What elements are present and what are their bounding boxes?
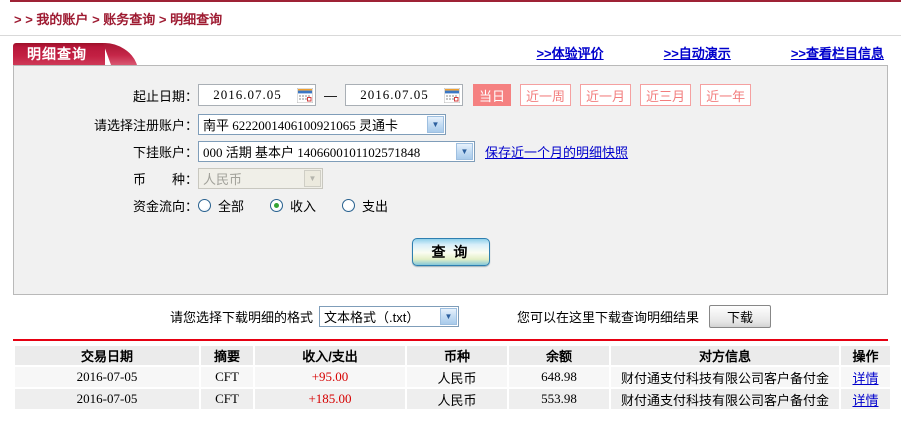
- registered-account-select[interactable]: 南平 6222001406100921065 灵通卡 ▼: [198, 113, 446, 135]
- flow-radio-expense-label: 支出: [362, 198, 389, 214]
- chevron-down-icon: ▼: [456, 142, 473, 160]
- flow-radio-all[interactable]: 全部: [198, 196, 244, 215]
- cell-amount: +95.00: [255, 367, 405, 387]
- link-view-column-info[interactable]: >>查看栏目信息: [791, 43, 884, 62]
- cell-currency: 人民币: [407, 389, 507, 409]
- breadcrumb-separator: >: [92, 12, 100, 27]
- flow-direction-row: 资金流向： 全部 收入 支出: [14, 194, 887, 216]
- sub-account-row: 下挂账户： 000 活期 基本户 1406600101102571848 ▼ 保…: [14, 140, 887, 162]
- date-range-label: 起止日期：: [132, 88, 198, 104]
- col-header-currency: 币种: [407, 346, 507, 365]
- cell-amount: +185.00: [255, 389, 405, 409]
- flow-direction-label: 资金流向：: [132, 198, 198, 214]
- flow-radio-income-label: 收入: [290, 198, 317, 214]
- quick-today-button[interactable]: 当日: [473, 84, 512, 106]
- col-header-counterparty: 对方信息: [611, 346, 839, 365]
- cell-balance: 648.98: [509, 367, 609, 387]
- radio-icon[interactable]: [342, 198, 356, 212]
- quick-month-button[interactable]: 近一月: [580, 84, 632, 106]
- breadcrumb-item-detail-query: 明细查询: [170, 12, 223, 27]
- detail-link[interactable]: 详情: [852, 371, 878, 386]
- calendar-icon[interactable]: [296, 86, 314, 104]
- chevron-down-icon: ▼: [427, 115, 444, 133]
- flow-radio-expense[interactable]: 支出: [342, 196, 388, 215]
- quick-week-button[interactable]: 近一周: [520, 84, 572, 106]
- currency-row: 币 种： 人民币 ▼: [14, 167, 887, 189]
- quick-year-button[interactable]: 近一年: [700, 84, 752, 106]
- table-header-row: 交易日期 摘要 收入/支出 币种 余额 对方信息 操作: [15, 346, 890, 365]
- download-format-value: 文本格式（.txt）: [324, 309, 420, 325]
- table-row: 2016-07-05 CFT +95.00 人民币 648.98 财付通支付科技…: [15, 367, 890, 387]
- breadcrumb-prefix: > >: [14, 12, 33, 27]
- download-button[interactable]: 下载: [709, 304, 772, 328]
- download-format-label: 请您选择下载明细的格式: [170, 309, 314, 325]
- query-form-panel: 起止日期： 2016.07.05 — 2016.07.05 当日 近一周 近一月…: [13, 65, 888, 295]
- download-hint: 您可以在这里下载查询明细结果: [517, 309, 700, 325]
- link-auto-demo[interactable]: >>自动演示: [664, 43, 731, 62]
- registered-account-value: 南平 6222001406100921065 灵通卡: [203, 117, 399, 133]
- breadcrumb: > > 我的账户 > 账务查询 > 明细查询: [14, 9, 901, 28]
- currency-label: 币 种：: [132, 171, 198, 187]
- registered-account-label: 请选择注册账户：: [93, 117, 198, 133]
- detail-link[interactable]: 详情: [852, 393, 878, 408]
- col-header-date: 交易日期: [15, 346, 199, 365]
- radio-checked-icon[interactable]: [270, 198, 284, 212]
- breadcrumb-item-account-query[interactable]: 账务查询: [103, 12, 155, 27]
- cell-date: 2016-07-05: [15, 367, 199, 387]
- chevron-down-icon: ▼: [304, 169, 321, 187]
- cell-counterparty: 财付通支付科技有限公司客户备付金: [611, 367, 839, 387]
- breadcrumb-separator: >: [158, 12, 167, 27]
- flow-radio-all-label: 全部: [218, 198, 245, 214]
- quick-range-buttons: 当日 近一周 近一月 近三月 近一年: [473, 84, 752, 106]
- col-header-amount: 收入/支出: [255, 346, 405, 365]
- date-from-value: 2016.07.05: [213, 87, 282, 102]
- header-links: >>体验评价 >>自动演示 >>查看栏目信息: [536, 43, 888, 65]
- currency-select: 人民币 ▼: [198, 167, 323, 189]
- sub-account-label: 下挂账户：: [132, 144, 198, 160]
- calendar-icon[interactable]: [443, 86, 461, 104]
- cell-currency: 人民币: [407, 367, 507, 387]
- download-format-select[interactable]: 文本格式（.txt） ▼: [319, 305, 460, 327]
- table-top-divider: [13, 339, 888, 341]
- date-to-value: 2016.07.05: [360, 87, 429, 102]
- flow-radio-income[interactable]: 收入: [270, 196, 316, 215]
- date-from-input[interactable]: 2016.07.05: [198, 84, 316, 106]
- date-range-dash: —: [324, 87, 337, 103]
- registered-account-row: 请选择注册账户： 南平 6222001406100921065 灵通卡 ▼: [14, 113, 887, 135]
- col-header-action: 操作: [841, 346, 890, 365]
- table-row: 2016-07-05 CFT +185.00 人民币 553.98 财付通支付科…: [15, 389, 890, 409]
- col-header-balance: 余额: [509, 346, 609, 365]
- radio-icon[interactable]: [198, 198, 211, 212]
- query-button[interactable]: 查 询: [411, 238, 490, 266]
- breadcrumb-item-my-account[interactable]: 我的账户: [36, 12, 88, 27]
- save-snapshot-link[interactable]: 保存近一个月的明细快照: [485, 142, 628, 161]
- sub-account-value: 000 活期 基本户 1406600101102571848: [203, 144, 421, 160]
- breadcrumb-divider: [0, 35, 901, 36]
- cell-summary: CFT: [201, 367, 253, 387]
- sub-account-select[interactable]: 000 活期 基本户 1406600101102571848 ▼: [198, 140, 475, 162]
- col-header-summary: 摘要: [201, 346, 253, 365]
- top-border: [10, 0, 901, 2]
- tab-bar: 明细查询 >>体验评价 >>自动演示 >>查看栏目信息: [13, 43, 888, 65]
- currency-value: 人民币: [203, 171, 243, 187]
- transaction-table: 交易日期 摘要 收入/支出 币种 余额 对方信息 操作 2016-07-05 C…: [13, 344, 892, 411]
- cell-balance: 553.98: [509, 389, 609, 409]
- cell-counterparty: 财付通支付科技有限公司客户备付金: [611, 389, 839, 409]
- quick-quarter-button[interactable]: 近三月: [640, 84, 692, 106]
- cell-summary: CFT: [201, 389, 253, 409]
- download-row: 请您选择下载明细的格式 文本格式（.txt） ▼ 您可以在这里下载查询明细结果 …: [170, 304, 901, 328]
- date-to-input[interactable]: 2016.07.05: [345, 84, 463, 106]
- date-range-row: 起止日期： 2016.07.05 — 2016.07.05 当日 近一周 近一月…: [14, 82, 887, 108]
- tab-detail-query[interactable]: 明细查询: [13, 43, 105, 65]
- link-experience-rating[interactable]: >>体验评价: [536, 43, 603, 62]
- chevron-down-icon: ▼: [440, 307, 458, 325]
- cell-date: 2016-07-05: [15, 389, 199, 409]
